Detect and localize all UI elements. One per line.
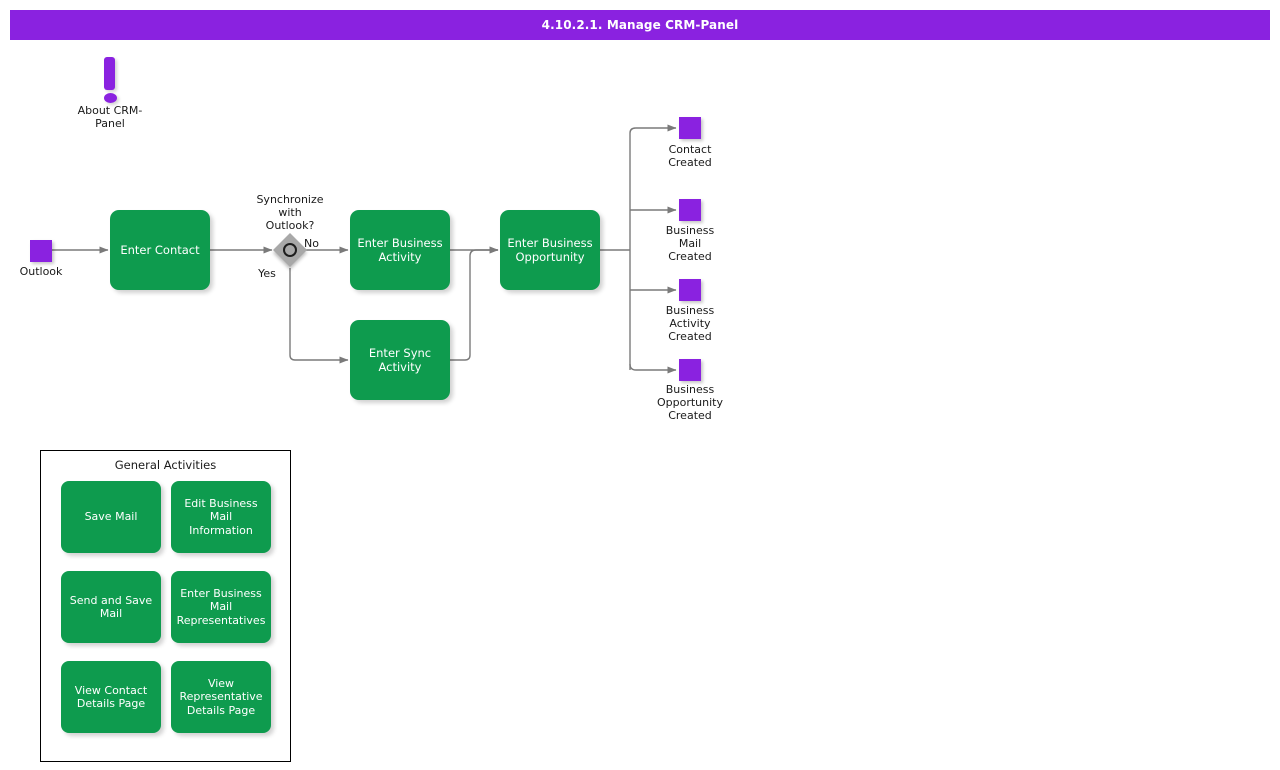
exclamation-icon [104, 57, 117, 103]
start-event-outlook[interactable] [30, 240, 52, 262]
page-title: 4.10.2.1. Manage CRM-Panel [10, 10, 1270, 40]
task-enter-contact[interactable]: Enter Contact [110, 210, 210, 290]
end-event-contact-created[interactable] [679, 117, 701, 139]
end-event-business-activity-created[interactable] [679, 279, 701, 301]
activity-save-mail[interactable]: Save Mail [61, 481, 161, 553]
end-event-business-mail-created[interactable] [679, 199, 701, 221]
end-event-contact-created-label: Contact Created [640, 143, 740, 169]
activity-send-and-save-mail[interactable]: Send and Save Mail [61, 571, 161, 643]
end-event-business-mail-created-label: Business Mail Created [640, 224, 740, 263]
gateway-branch-no-label: No [304, 237, 344, 250]
end-event-business-opportunity-created-label: Business Opportunity Created [634, 383, 746, 422]
flow-gateway-yes-to-sync-activity [290, 268, 348, 360]
task-enter-business-opportunity[interactable]: Enter Business Opportunity [500, 210, 600, 290]
task-enter-business-activity[interactable]: Enter Business Activity [350, 210, 450, 290]
flow-sync-activity-to-opportunity [450, 250, 498, 360]
activity-view-contact-details-page[interactable]: View Contact Details Page [61, 661, 161, 733]
activity-view-representative-details-page[interactable]: View Representative Details Page [171, 661, 271, 733]
diagram-canvas: 4.10.2.1. Manage CRM-Panel [0, 0, 1280, 770]
flow-branch-business-opportunity-created [630, 364, 676, 370]
task-enter-sync-activity[interactable]: Enter Sync Activity [350, 320, 450, 400]
exclamation-bar [104, 57, 115, 90]
end-event-business-opportunity-created[interactable] [679, 359, 701, 381]
general-activities-title: General Activities [41, 458, 290, 472]
end-event-business-activity-created-label: Business Activity Created [640, 304, 740, 343]
gateway-inclusive-ring-icon [283, 243, 297, 257]
gateway-question-label: Synchronize with Outlook? [240, 193, 340, 232]
exclamation-dot [104, 93, 117, 103]
activity-enter-business-mail-representatives[interactable]: Enter Business Mail Representatives [171, 571, 271, 643]
annotation-label: About CRM- Panel [50, 104, 170, 130]
flow-branch-contact-created [630, 128, 676, 133]
gateway-synchronize-with-outlook[interactable] [275, 235, 305, 265]
activity-edit-business-mail-information[interactable]: Edit Business Mail Information [171, 481, 271, 553]
gateway-branch-yes-label: Yes [237, 267, 297, 280]
start-event-outlook-label: Outlook [0, 265, 92, 278]
general-activities-panel: General Activities Save Mail Edit Busine… [40, 450, 291, 762]
